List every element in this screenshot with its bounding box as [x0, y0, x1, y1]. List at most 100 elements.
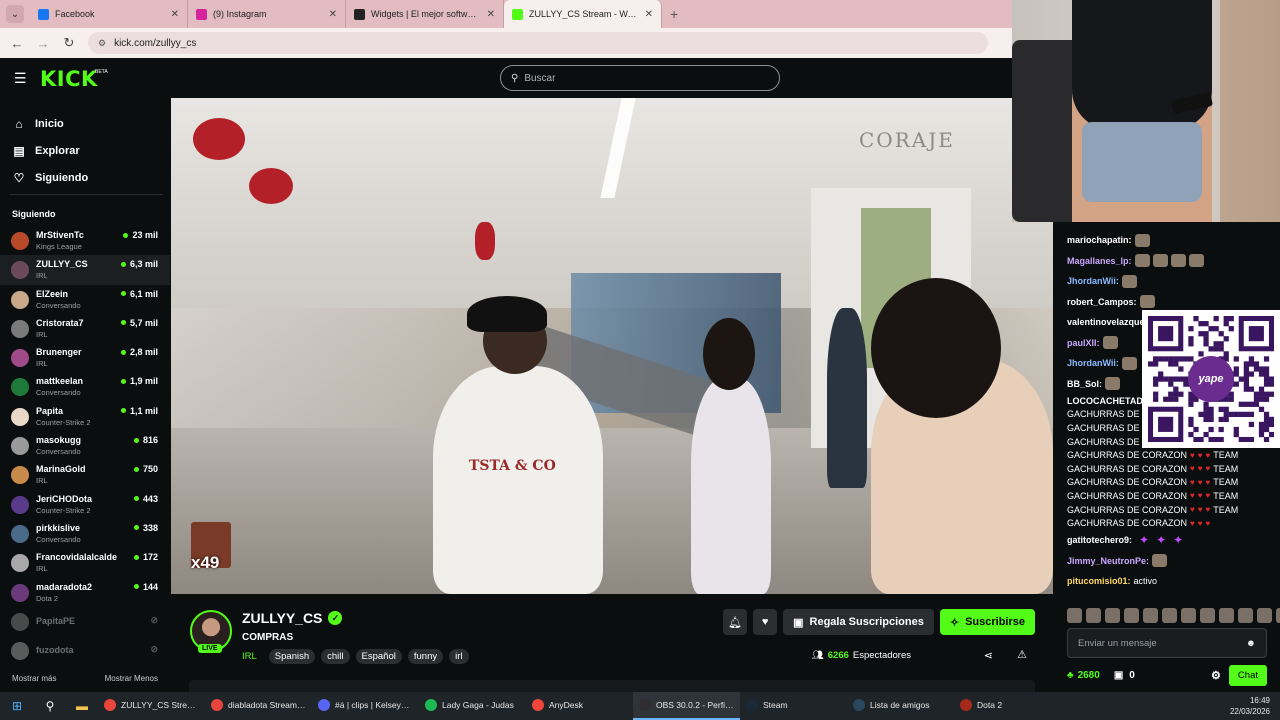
site-info-icon[interactable]: ⚙ — [98, 38, 106, 49]
quick-emote[interactable] — [1276, 608, 1280, 623]
sidebar-channel[interactable]: fuzodota ⊘ — [0, 636, 170, 665]
muted-bell-icon[interactable]: ⊘ — [150, 644, 158, 655]
channel-points[interactable]: ♣ 2680 — [1067, 670, 1100, 681]
report-icon[interactable]: ⚠ — [1017, 648, 1027, 661]
taskbar-app[interactable]: AnyDesk — [526, 692, 633, 720]
browser-tab-facebook[interactable]: Facebook ✕ — [30, 0, 188, 28]
chat-username[interactable]: BB_Sol: — [1067, 379, 1102, 389]
tab-close-icon[interactable]: ✕ — [487, 9, 495, 20]
sidebar-channel[interactable]: PapitaPE ⊘ — [0, 607, 170, 636]
show-less-link[interactable]: Mostrar Menos — [105, 674, 158, 683]
tab-close-icon[interactable]: ✕ — [329, 9, 337, 20]
browser-tab-instagram[interactable]: (9) Instagram ✕ — [188, 0, 346, 28]
gift-subs-button[interactable]: ▣ Regala Suscripciones — [783, 609, 934, 635]
forward-arrow-icon[interactable]: → — [36, 36, 50, 51]
windows-start-icon[interactable]: ⊞ — [0, 699, 34, 713]
chat-username[interactable]: JhordanWii: — [1067, 276, 1119, 286]
quick-emote[interactable] — [1181, 608, 1196, 623]
sidebar-channel[interactable]: Papita Counter-Strike 2 1,1 mil — [0, 402, 170, 431]
quick-emote[interactable] — [1086, 608, 1101, 623]
quick-emote[interactable] — [1124, 608, 1139, 623]
show-more-link[interactable]: Mostrar más — [12, 674, 56, 683]
nav-item-inicio[interactable]: ⌂ Inicio — [12, 110, 88, 137]
qr-module — [1203, 431, 1209, 438]
sidebar-channel[interactable]: MrStivenTc Kings League 23 mil — [0, 226, 170, 255]
quick-emote[interactable] — [1200, 608, 1215, 623]
kick-logo[interactable]: KICK — [40, 67, 98, 91]
quick-emote[interactable] — [1257, 608, 1272, 623]
sidebar-channel[interactable]: masokugg Conversando 816 — [0, 431, 170, 460]
taskbar-app[interactable]: Steam — [740, 692, 847, 720]
sidebar-channel[interactable]: madaradota2 Dota 2 144 — [0, 578, 170, 607]
taskbar-app[interactable]: Lista de amigos — [847, 692, 954, 720]
chat-username[interactable]: LOCOCACHETADA — [1067, 396, 1149, 406]
share-icon[interactable]: ⋖ — [984, 649, 993, 662]
stream-tag[interactable]: Spanish — [268, 649, 316, 664]
menu-icon[interactable]: ☰ — [14, 70, 27, 87]
quick-emote[interactable] — [1067, 608, 1082, 623]
chat-username[interactable]: Magallanes_lp: — [1067, 256, 1132, 266]
qr-module — [1258, 426, 1265, 433]
quick-emote[interactable] — [1238, 608, 1253, 623]
stream-category[interactable]: IRL — [242, 651, 257, 662]
browser-tab-kick[interactable]: ZULLYY_CS Stream - Watch Live ✕ — [504, 0, 662, 28]
chat-username[interactable]: Jimmy_NeutronPe: — [1067, 556, 1149, 566]
search-input[interactable]: ⚲ Buscar — [500, 65, 780, 91]
chat-message-input[interactable]: Enviar un mensaje ☻ — [1067, 628, 1267, 658]
nav-item-siguiendo[interactable]: ♡ Siguiendo — [12, 164, 89, 191]
url-field[interactable]: ⚙ kick.com/zullyy_cs — [88, 32, 988, 54]
sidebar-channel[interactable]: Brunenger IRL 2,8 mil — [0, 343, 170, 372]
quick-emote[interactable] — [1162, 608, 1177, 623]
system-clock[interactable]: 16:49 22/03/2026 — [1230, 695, 1270, 717]
taskbar-app[interactable]: Dota 2 — [954, 692, 1061, 720]
stream-tag[interactable]: chill — [321, 649, 350, 664]
quick-emote[interactable] — [1219, 608, 1234, 623]
sidebar-channel[interactable]: Francovidalalcalde IRL 172 — [0, 548, 170, 577]
sidebar-channel[interactable]: pirkkislive Conversando 338 — [0, 519, 170, 548]
streamer-name[interactable]: ZULLYY_CS — [242, 610, 322, 626]
stream-tag[interactable]: Español — [355, 649, 402, 664]
video-player[interactable]: CORAJE TSTA & CO x49 — [171, 98, 1053, 594]
reload-icon[interactable]: ↻ — [62, 35, 76, 51]
tab-search-button[interactable]: ⌄ — [6, 5, 24, 23]
taskbar-app[interactable]: diabladota Stream ... — [205, 692, 312, 720]
file-explorer-icon[interactable]: ▬ — [66, 699, 98, 713]
taskbar-app[interactable]: #á | clips | KelseyD... — [312, 692, 419, 720]
chat-username[interactable]: robert_Campos: — [1067, 297, 1137, 307]
stream-tag[interactable]: irl — [449, 649, 469, 664]
back-arrow-icon[interactable]: ← — [10, 36, 24, 51]
sidebar-channel[interactable]: mattkeelan Conversando 1,9 mil — [0, 372, 170, 401]
browser-tab-widgets[interactable]: Widgets | El mejor software pa ✕ — [346, 0, 504, 28]
send-chat-button[interactable]: Chat — [1228, 664, 1267, 686]
taskbar-app[interactable]: OBS 30.0.2 - Perfil: ... — [633, 692, 740, 720]
follow-heart-button[interactable]: ♥ — [753, 609, 778, 635]
sidebar-channel[interactable]: MarinaGold IRL 750 — [0, 460, 170, 489]
taskbar-app[interactable]: ZULLYY_CS Stream ... — [98, 692, 205, 720]
sidebar-channel[interactable]: ZULLYY_CS IRL 6,3 mil — [0, 255, 170, 285]
chat-username[interactable]: JhordanWii: — [1067, 358, 1119, 368]
subscribe-button[interactable]: ✧ Suscribirse — [939, 609, 1035, 635]
notification-bell-button[interactable]: 🔔︎ — [723, 609, 748, 635]
taskbar-app[interactable]: Lady Gaga - Judas — [419, 692, 526, 720]
quick-emote[interactable] — [1143, 608, 1158, 623]
search-icon[interactable]: ⚲ — [34, 699, 66, 713]
chat-settings-icon[interactable]: ⚙ — [1211, 669, 1221, 682]
emoji-icon[interactable]: ☻ — [1246, 638, 1256, 649]
nav-item-explorar[interactable]: ▤ Explorar — [12, 137, 88, 164]
new-tab-button[interactable]: + — [670, 6, 678, 22]
rewards-box[interactable]: ▣ 0 — [1114, 670, 1135, 681]
sidebar-channel[interactable]: ElZeein Conversando 6,1 mil — [0, 285, 170, 314]
muted-bell-icon[interactable]: ⊘ — [150, 615, 158, 626]
tab-close-icon[interactable]: ✕ — [171, 9, 179, 20]
qr-module — [1253, 396, 1260, 402]
quick-emote[interactable] — [1105, 608, 1120, 623]
chat-username[interactable]: paulXII: — [1067, 338, 1100, 348]
chat-username[interactable]: gatitotechero9: — [1067, 535, 1132, 545]
sidebar-channel[interactable]: Cristorata7 IRL 5,7 mil — [0, 314, 170, 343]
sidebar-channel[interactable]: JeriCHODota Counter-Strike 2 443 — [0, 490, 170, 519]
chat-username[interactable]: pitucomisio01: — [1067, 576, 1131, 586]
chat-username[interactable]: valentinovelazque — [1067, 317, 1145, 327]
tab-close-icon[interactable]: ✕ — [645, 9, 653, 20]
stream-tag[interactable]: funny — [407, 649, 444, 664]
chat-username[interactable]: mariochapatin: — [1067, 235, 1132, 245]
